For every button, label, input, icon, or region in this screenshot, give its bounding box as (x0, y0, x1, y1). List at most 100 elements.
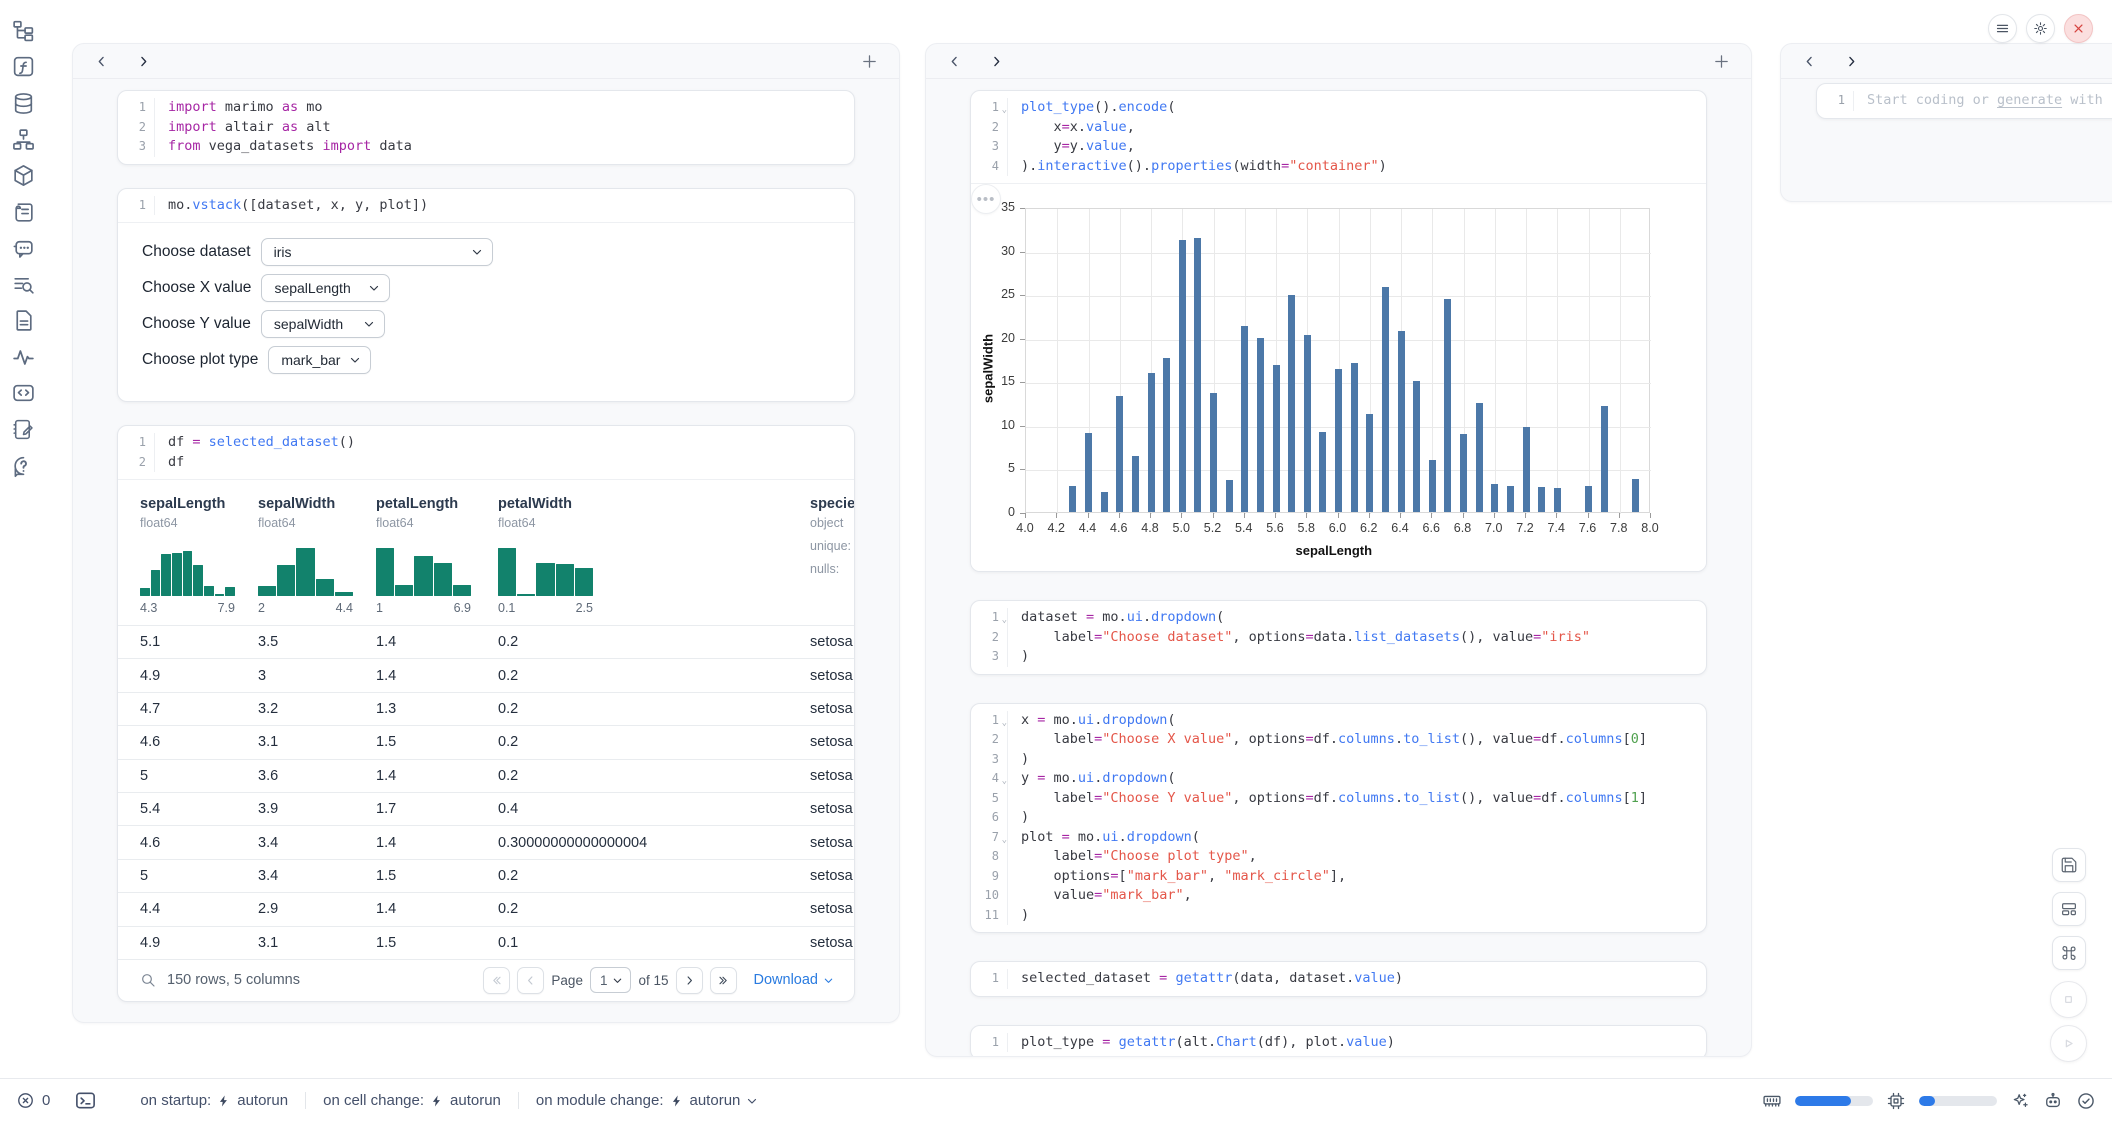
menu-button[interactable] (1988, 14, 2017, 43)
page-select[interactable]: 1 (590, 967, 632, 993)
code-line[interactable]: label="Choose plot type", (1008, 847, 1257, 867)
table-row[interactable]: 4.63.11.50.2setosa (118, 725, 854, 758)
add-cell-icon[interactable] (861, 53, 878, 70)
layout-button[interactable] (2052, 892, 2086, 926)
column-header-sepalLength[interactable]: sepalLengthfloat644.37.9 (140, 496, 258, 615)
code-line[interactable]: value="mark_bar", (1008, 886, 1192, 906)
dependency-graph-icon[interactable] (11, 127, 36, 152)
autorun-segment[interactable]: on cell change:autorun (305, 1092, 518, 1109)
table-row[interactable]: 4.93.11.50.1setosa (118, 926, 854, 959)
table-row[interactable]: 53.41.50.2setosa (118, 859, 854, 892)
table-row[interactable]: 5.43.91.70.4setosa (118, 792, 854, 825)
file-tree-icon[interactable] (11, 18, 36, 43)
column-header-sepalWidth[interactable]: sepalWidthfloat6424.4 (258, 496, 376, 615)
code-line[interactable]: ) (1008, 906, 1029, 926)
table-row[interactable]: 4.73.21.30.2setosa (118, 692, 854, 725)
code-line[interactable]: from vega_datasets import data (155, 137, 412, 157)
table-row[interactable]: 5.13.51.40.2setosa (118, 625, 854, 658)
ai-sparkles-icon[interactable] (2010, 1091, 2030, 1111)
script-icon[interactable] (11, 200, 36, 225)
choose-y-value-select[interactable]: sepalWidth (261, 310, 385, 338)
list-search-icon[interactable] (11, 272, 36, 297)
chart-plot-area[interactable] (1025, 208, 1650, 513)
choose-x-value-select[interactable]: sepalLength (261, 274, 390, 302)
code-line[interactable]: options=["mark_bar", "mark_circle"], (1008, 867, 1346, 887)
code-line[interactable]: label="Choose dataset", options=data.lis… (1008, 628, 1590, 648)
code-editor[interactable]: 1df = selected_dataset()2df (118, 426, 854, 479)
column-back-icon[interactable] (94, 54, 109, 69)
connection-status-icon[interactable] (2076, 1091, 2096, 1111)
activity-icon[interactable] (11, 345, 36, 370)
code-line[interactable]: x=x.value, (1008, 118, 1135, 138)
code-line[interactable]: ) (1008, 647, 1029, 667)
next-page-button[interactable] (676, 967, 703, 994)
first-page-button[interactable] (483, 967, 510, 994)
code-line[interactable]: ).interactive().properties(width="contai… (1008, 157, 1387, 177)
column-forward-icon[interactable] (1844, 54, 1859, 69)
bot-icon[interactable] (2043, 1091, 2063, 1111)
code-line[interactable]: ) (1008, 750, 1029, 770)
code-line[interactable]: dataset = mo.ui.dropdown( (1008, 608, 1224, 628)
save-button[interactable] (2052, 848, 2086, 882)
table-row[interactable]: 4.931.40.2setosa (118, 658, 854, 691)
altair-bar-chart[interactable]: ••• 4.04.24.44.64.85.05.25.45.65.86.06.2… (971, 183, 1706, 571)
chatbot-icon[interactable] (11, 236, 36, 261)
code-line[interactable]: df = selected_dataset() (155, 433, 355, 453)
table-row[interactable]: 53.61.40.2setosa (118, 759, 854, 792)
code-line[interactable]: plot_type = getattr(alt.Chart(df), plot.… (1008, 1033, 1395, 1053)
choose-plot-type-select[interactable]: mark_bar (268, 346, 371, 374)
code-line[interactable]: ) (1008, 808, 1029, 828)
terminal-icon[interactable] (74, 1089, 97, 1112)
code-editor[interactable]: 1 Start coding or generate with (1817, 84, 2112, 118)
column-histogram[interactable] (258, 544, 353, 596)
keyboard-shortcuts-button[interactable] (2052, 936, 2086, 970)
code-line[interactable]: x = mo.ui.dropdown( (1008, 711, 1176, 731)
column-forward-icon[interactable] (136, 54, 151, 69)
column-header-petalWidth[interactable]: petalWidthfloat640.12.5 (498, 496, 810, 615)
code-line[interactable]: y = mo.ui.dropdown( (1008, 769, 1176, 789)
autorun-segment[interactable]: on startup:autorun (123, 1092, 305, 1109)
code-line[interactable]: label="Choose X value", options=df.colum… (1008, 730, 1647, 750)
code-line[interactable]: selected_dataset = getattr(data, dataset… (1008, 969, 1403, 989)
scratchpad-icon[interactable] (11, 417, 36, 442)
choose-dataset-select[interactable]: iris (261, 238, 493, 266)
help-icon[interactable] (11, 454, 36, 479)
column-histogram[interactable] (498, 544, 593, 596)
document-icon[interactable] (11, 308, 36, 333)
run-button[interactable] (2050, 1025, 2087, 1062)
database-icon[interactable] (11, 91, 36, 116)
code-line[interactable]: plot_type().encode( (1008, 98, 1175, 118)
generate-link[interactable]: generate (1997, 92, 2062, 108)
search-icon[interactable] (140, 972, 156, 988)
code-editor[interactable]: 1selected_dataset = getattr(data, datase… (971, 962, 1706, 996)
table-row[interactable]: 4.63.41.40.30000000000000004setosa (118, 825, 854, 858)
package-icon[interactable] (11, 163, 36, 188)
code-line[interactable]: df (155, 453, 184, 473)
autorun-segment[interactable]: on module change:autorun (518, 1092, 775, 1109)
column-header-species[interactable]: speciesobjectunique:nulls: (810, 496, 855, 615)
download-button[interactable]: Download (754, 972, 835, 988)
last-page-button[interactable] (710, 967, 737, 994)
code-editor[interactable]: 1⌄x = mo.ui.dropdown(2 label="Choose X v… (971, 704, 1706, 933)
column-histogram[interactable] (140, 544, 235, 596)
column-back-icon[interactable] (947, 54, 962, 69)
stop-button[interactable] (2050, 981, 2087, 1018)
snippet-icon[interactable] (11, 381, 36, 406)
code-line[interactable]: plot = mo.ui.dropdown( (1008, 828, 1200, 848)
column-histogram[interactable] (376, 544, 471, 596)
table-row[interactable]: 4.42.91.40.2setosa (118, 892, 854, 925)
code-line[interactable]: import altair as alt (155, 118, 331, 138)
code-editor[interactable]: 1⌄dataset = mo.ui.dropdown(2 label="Choo… (971, 601, 1706, 674)
error-count-badge[interactable]: 0 (16, 1091, 50, 1110)
code-editor[interactable]: 1mo.vstack([dataset, x, y, plot]) (118, 189, 854, 223)
code-line[interactable]: import marimo as mo (155, 98, 322, 118)
prev-page-button[interactable] (517, 967, 544, 994)
code-editor[interactable]: 1plot_type = getattr(alt.Chart(df), plot… (971, 1026, 1706, 1058)
code-line[interactable]: y=y.value, (1008, 137, 1135, 157)
column-back-icon[interactable] (1802, 54, 1817, 69)
code-editor[interactable]: 1⌄plot_type().encode(2 x=x.value,3 y=y.v… (971, 91, 1706, 183)
shutdown-button[interactable] (2064, 14, 2093, 43)
code-line[interactable]: label="Choose Y value", options=df.colum… (1008, 789, 1647, 809)
code-editor[interactable]: 1import marimo as mo2import altair as al… (118, 91, 854, 164)
functions-icon[interactable] (11, 54, 36, 79)
